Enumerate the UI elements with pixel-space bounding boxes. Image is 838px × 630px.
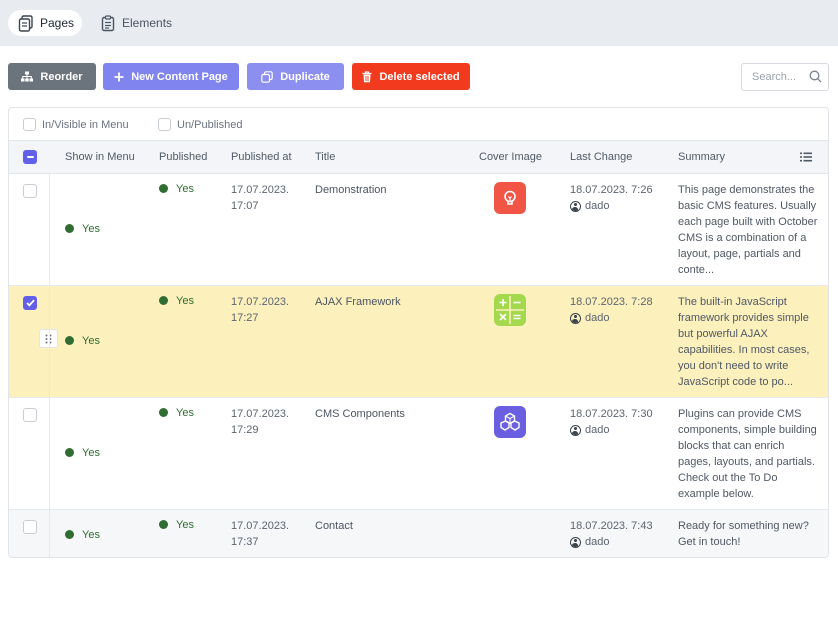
reorder-label: Reorder bbox=[40, 70, 83, 83]
plus-icon bbox=[114, 72, 124, 82]
delete-selected-button[interactable]: Delete selected bbox=[352, 63, 470, 90]
table-row[interactable]: Yes Yes 17.07.2023. 17:29 CMS Components … bbox=[9, 398, 828, 510]
user-icon bbox=[570, 200, 581, 212]
show-in-menu-status: Yes bbox=[65, 447, 100, 459]
cover-image bbox=[494, 406, 526, 438]
filter-bar: In/Visible in Menu Un/Published bbox=[9, 108, 828, 141]
search-icon[interactable] bbox=[809, 70, 822, 86]
tab-elements-label: Elements bbox=[122, 16, 173, 30]
status-dot bbox=[65, 530, 74, 539]
published-at: 17.07.2023. 17:29 bbox=[231, 408, 290, 436]
status-dot bbox=[65, 336, 74, 345]
list-settings-icon[interactable] bbox=[800, 151, 812, 165]
elements-icon bbox=[100, 14, 116, 32]
tab-elements[interactable]: Elements bbox=[90, 10, 180, 36]
last-change-user: dado bbox=[570, 198, 653, 214]
page-summary: Plugins can provide CMS components, simp… bbox=[678, 408, 817, 500]
filter-visible-in-menu-label: In/Visible in Menu bbox=[42, 118, 129, 131]
published-at: 17.07.2023. 17:07 bbox=[231, 184, 290, 212]
copy-icon bbox=[261, 70, 274, 83]
published-at: 17.07.2023. 17:37 bbox=[231, 520, 290, 548]
show-in-menu-status: Yes bbox=[65, 335, 100, 347]
cubes-icon bbox=[500, 412, 520, 432]
select-all-checkbox[interactable] bbox=[23, 150, 37, 164]
status-dot bbox=[159, 184, 168, 193]
filter-visible-in-menu[interactable]: In/Visible in Menu bbox=[23, 118, 129, 131]
last-change: 18.07.2023. 7:30 dado bbox=[570, 408, 653, 438]
new-content-page-button[interactable]: New Content Page bbox=[103, 63, 239, 90]
status-dot bbox=[159, 520, 168, 529]
status-dot bbox=[159, 408, 168, 417]
pages-list: In/Visible in Menu Un/Published Show in … bbox=[8, 107, 829, 558]
reorder-button[interactable]: Reorder bbox=[8, 63, 96, 90]
published-status: Yes bbox=[159, 295, 194, 307]
row-checkbox[interactable] bbox=[23, 408, 37, 422]
page-title: AJAX Framework bbox=[315, 296, 401, 308]
table-row[interactable]: Yes Yes 17.07.2023. 17:27 AJAX Framework … bbox=[9, 286, 828, 398]
trash-icon bbox=[362, 70, 372, 83]
row-checkbox[interactable] bbox=[23, 184, 37, 198]
page-title: CMS Components bbox=[315, 408, 405, 420]
status-dot bbox=[65, 224, 74, 233]
table-header: Show in Menu Published Published at Titl… bbox=[9, 141, 828, 174]
last-change-user: dado bbox=[570, 310, 653, 326]
lightbulb-icon bbox=[501, 189, 519, 207]
page-summary: This page demonstrates the basic CMS fea… bbox=[678, 184, 818, 276]
delete-selected-label: Delete selected bbox=[379, 70, 460, 83]
column-title[interactable]: Title bbox=[315, 151, 335, 163]
page-summary: The built-in JavaScript framework provid… bbox=[678, 296, 810, 388]
table-row[interactable]: Yes Yes 17.07.2023. 17:37 Contact 18.07.2… bbox=[9, 510, 828, 557]
cover-image bbox=[494, 294, 526, 326]
user-icon bbox=[570, 312, 581, 324]
column-summary[interactable]: Summary bbox=[678, 151, 725, 163]
sitemap-icon bbox=[21, 71, 34, 82]
published-status: Yes bbox=[159, 183, 194, 195]
row-checkbox[interactable] bbox=[23, 520, 37, 534]
filter-published-label: Un/Published bbox=[177, 118, 243, 131]
filter-checkbox[interactable] bbox=[23, 118, 36, 131]
published-status: Yes bbox=[159, 407, 194, 419]
duplicate-label: Duplicate bbox=[280, 70, 330, 83]
filter-checkbox[interactable] bbox=[158, 118, 171, 131]
last-change-user: dado bbox=[570, 422, 653, 438]
last-change-user: dado bbox=[570, 534, 653, 550]
row-checkbox[interactable] bbox=[23, 296, 37, 310]
page-title: Demonstration bbox=[315, 184, 387, 196]
page-title: Contact bbox=[315, 520, 353, 532]
status-dot bbox=[159, 296, 168, 305]
table-row[interactable]: Yes Yes 17.07.2023. 17:07 Demonstration 1… bbox=[9, 174, 828, 286]
last-change: 18.07.2023. 7:26 dado bbox=[570, 184, 653, 214]
last-change: 18.07.2023. 7:28 dado bbox=[570, 296, 653, 326]
top-tab-bar: Pages Elements bbox=[0, 0, 838, 46]
cover-image bbox=[494, 182, 526, 214]
status-dot bbox=[65, 448, 74, 457]
tab-pages-label: Pages bbox=[40, 16, 75, 30]
page-summary: Ready for something new? Get in touch! bbox=[678, 520, 809, 548]
calculator-icon bbox=[494, 294, 526, 326]
show-in-menu-status: Yes bbox=[65, 223, 100, 235]
column-divider bbox=[49, 174, 50, 557]
column-show-in-menu[interactable]: Show in Menu bbox=[65, 151, 135, 163]
published-status: Yes bbox=[159, 519, 194, 531]
last-change: 18.07.2023. 7:43 dado bbox=[570, 520, 653, 550]
show-in-menu-status: Yes bbox=[65, 529, 100, 541]
tab-pages[interactable]: Pages bbox=[8, 10, 83, 36]
filter-published[interactable]: Un/Published bbox=[158, 118, 242, 131]
column-cover-image[interactable]: Cover Image bbox=[479, 151, 542, 163]
user-icon bbox=[570, 536, 581, 548]
user-icon bbox=[570, 424, 581, 436]
pages-icon bbox=[18, 14, 34, 32]
column-published-at[interactable]: Published at bbox=[231, 151, 292, 163]
column-published[interactable]: Published bbox=[159, 151, 207, 163]
check-icon bbox=[25, 299, 35, 307]
published-at: 17.07.2023. 17:27 bbox=[231, 296, 290, 324]
duplicate-button[interactable]: Duplicate bbox=[247, 63, 344, 90]
column-last-change[interactable]: Last Change bbox=[570, 151, 632, 163]
new-content-page-label: New Content Page bbox=[131, 70, 228, 83]
